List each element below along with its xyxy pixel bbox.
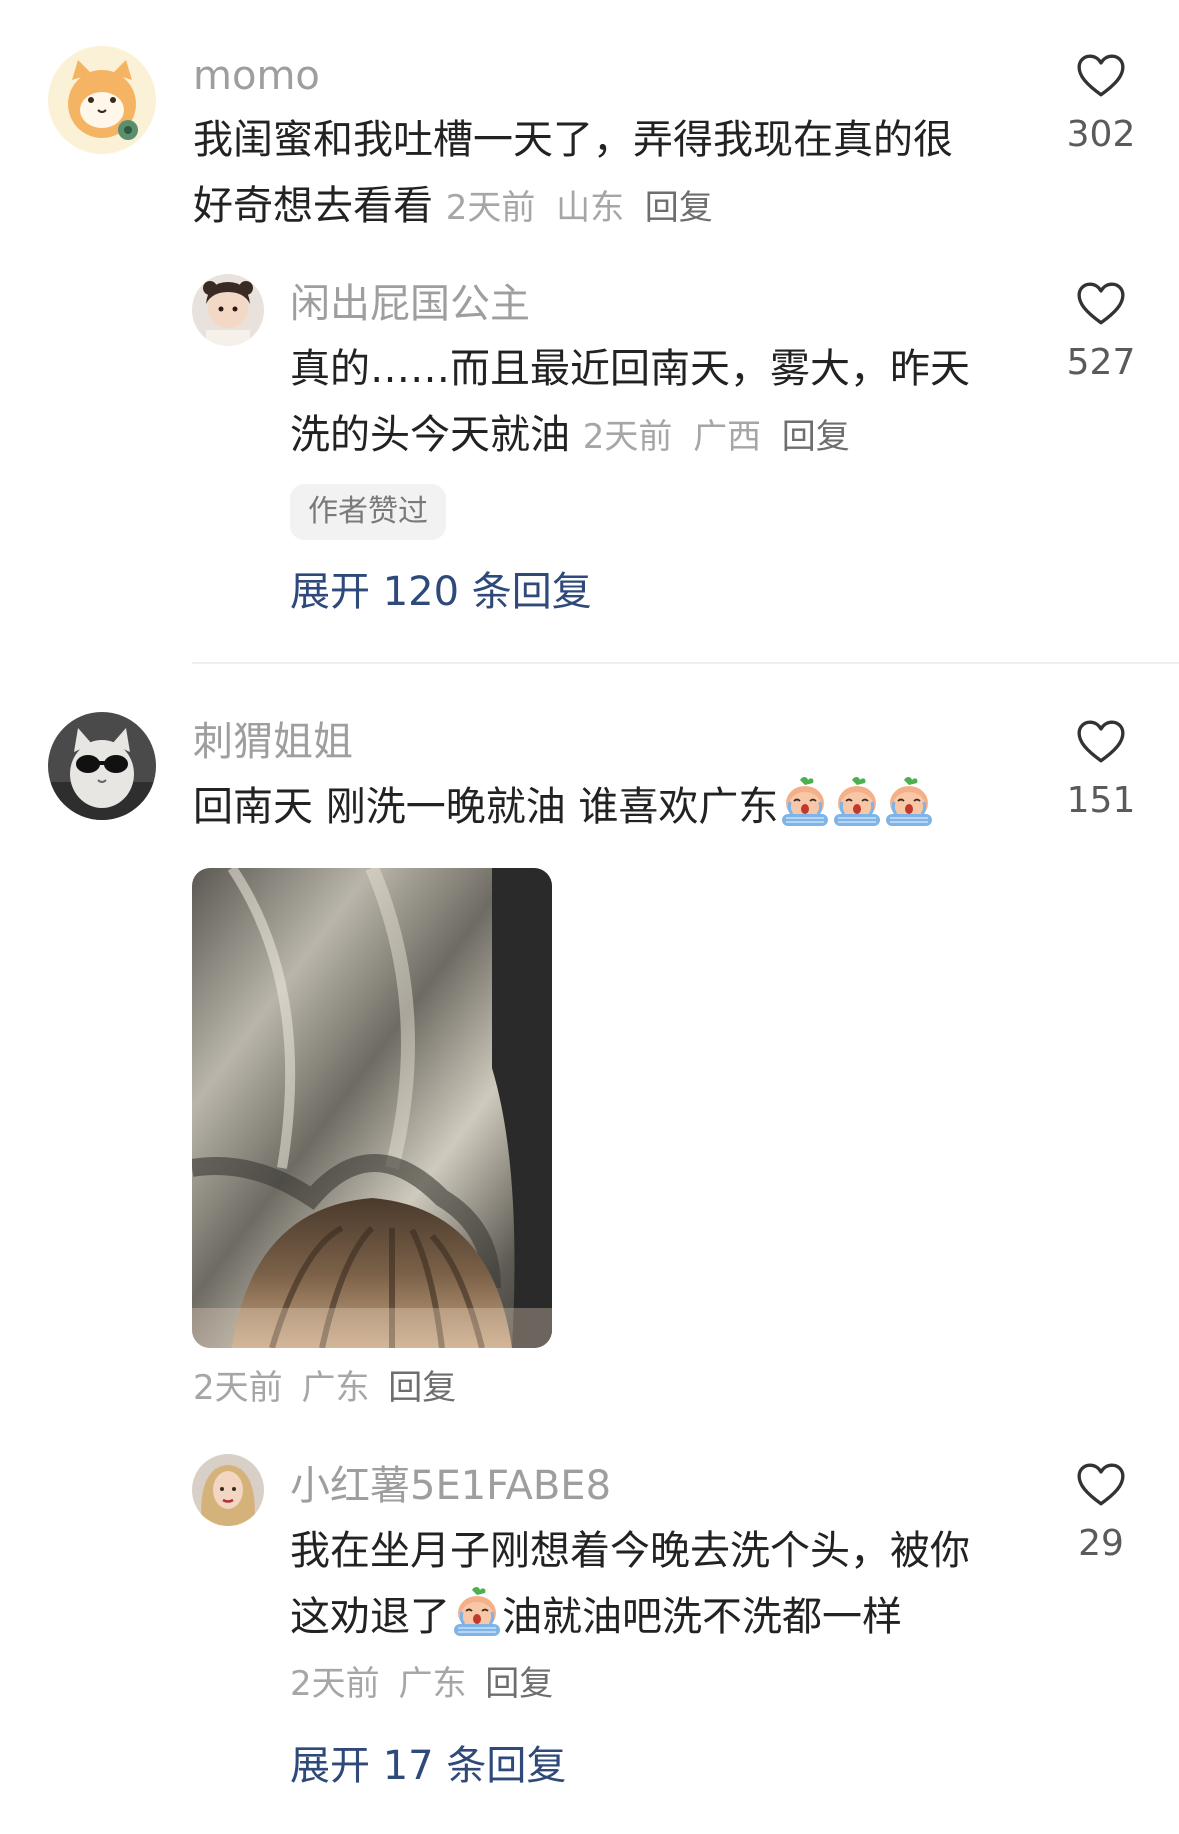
heart-icon: [1076, 281, 1126, 327]
like-count: 527: [1066, 342, 1136, 383]
crying-face-emoji: [780, 776, 830, 828]
comment-username[interactable]: 刺猬姐姐: [193, 718, 353, 766]
author-liked-badge: 作者赞过: [290, 484, 446, 540]
comment-location: 山东: [556, 188, 625, 228]
reply-location: 广东: [398, 1664, 467, 1704]
divider: [192, 662, 1179, 664]
reply-text-line: 真的……而且最近回南天，雾大，昨天: [290, 346, 970, 392]
reply-button[interactable]: 回复: [388, 1368, 456, 1408]
heart-icon: [1076, 53, 1126, 99]
reply-button[interactable]: 回复: [645, 188, 713, 228]
like-button[interactable]: 29: [1041, 1462, 1161, 1566]
like-button[interactable]: 302: [1041, 53, 1161, 157]
cat-sunglasses-avatar-icon[interactable]: [48, 712, 156, 820]
like-button[interactable]: 527: [1041, 281, 1161, 385]
expand-replies-button[interactable]: 展开 17 条回复: [290, 1740, 566, 1792]
heart-icon: [1076, 1462, 1126, 1508]
reply-username[interactable]: 小红薯5E1FABE8: [290, 1462, 611, 1510]
heart-icon: [1076, 719, 1126, 765]
reply-text-line: 这劝退了 油就油吧洗不洗都一样: [290, 1584, 1050, 1650]
reply-time: 2天前: [290, 1664, 380, 1704]
reply-button[interactable]: 回复: [782, 417, 850, 457]
reply-text-line: 我在坐月子刚想着今晚去洗个头，被你: [290, 1528, 970, 1574]
comment-username[interactable]: momo: [193, 52, 320, 100]
like-count: 151: [1066, 780, 1136, 821]
comment-meta: 2天前 广东 回复: [193, 1364, 456, 1412]
like-count: 302: [1066, 114, 1136, 155]
comment-text: 我闺蜜和我吐槽一天了，弄得我现在真的很 好奇想去看看 2天前 山东 回复: [193, 107, 1033, 241]
comment-text: 回南天 刚洗一晚就油 谁喜欢广东: [193, 774, 1033, 840]
reply-location: 广西: [693, 417, 762, 457]
reply-text: 我在坐月子刚想着今晚去洗个头，被你 这劝退了 油就油吧洗不洗都一样: [290, 1518, 1050, 1650]
crying-face-emoji: [832, 776, 882, 828]
comment-text-line: 回南天 刚洗一晚就油 谁喜欢广东: [193, 774, 1033, 840]
reply-text: 真的……而且最近回南天，雾大，昨天 洗的头今天就油 2天前 广西 回复: [290, 336, 1030, 470]
comment-list: momo 我闺蜜和我吐槽一天了，弄得我现在真的很 好奇想去看看 2天前 山东 回…: [0, 0, 1179, 1834]
reply-text-line: 洗的头今天就油 2天前 广西 回复: [290, 412, 850, 458]
comment-time: 2天前: [193, 1368, 283, 1408]
expand-replies-button[interactable]: 展开 120 条回复: [290, 566, 592, 618]
girl-avatar-icon[interactable]: [192, 274, 264, 346]
reply-username[interactable]: 闲出屁国公主: [290, 280, 530, 328]
crying-face-emoji: [884, 776, 934, 828]
crying-face-emoji: [452, 1586, 502, 1638]
comment-text-line: 我闺蜜和我吐槽一天了，弄得我现在真的很: [193, 117, 953, 163]
like-button[interactable]: 151: [1041, 719, 1161, 823]
comment-text-line: 好奇想去看看 2天前 山东 回复: [193, 183, 713, 229]
like-count: 29: [1078, 1523, 1124, 1564]
cat-mascot-avatar-icon[interactable]: [48, 46, 156, 154]
comment-time: 2天前: [445, 188, 536, 228]
reply-button[interactable]: 回复: [485, 1664, 553, 1704]
oily-hair-photo[interactable]: [192, 868, 552, 1348]
comment-location: 广东: [301, 1368, 370, 1408]
reply-time: 2天前: [582, 417, 673, 457]
blonde-woman-avatar-icon[interactable]: [192, 1454, 264, 1526]
reply-meta: 2天前 广东 回复: [290, 1660, 553, 1708]
